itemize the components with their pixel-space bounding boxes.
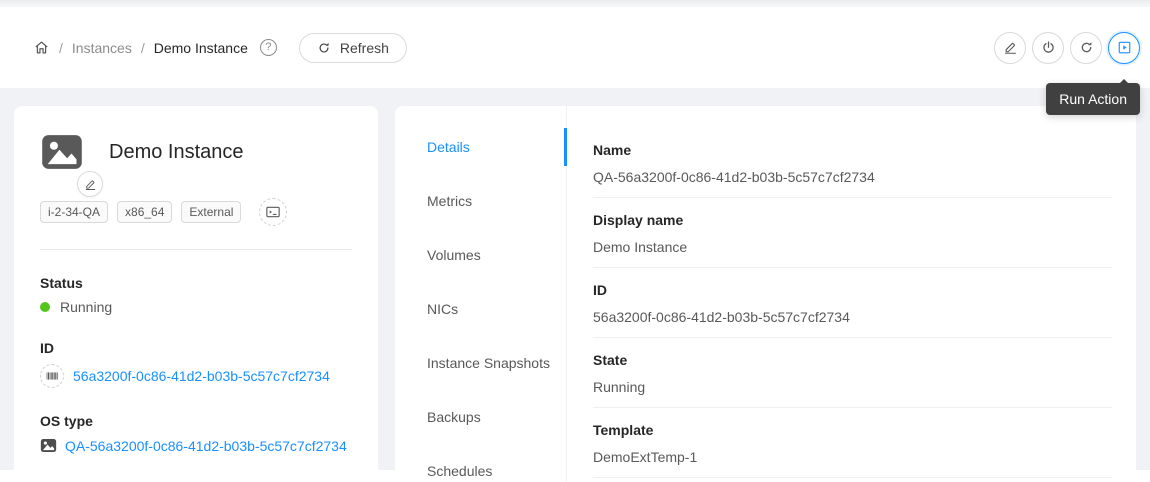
os-type-section: OS type QA-56a3200f-0c86-41d2-b03b-5c57c… <box>40 413 352 454</box>
terminal-icon <box>265 204 281 220</box>
tag-instance-name: i-2-34-QA <box>40 201 108 223</box>
field-display-name: Display name Demo Instance <box>593 198 1112 268</box>
field-state: State Running <box>593 338 1112 408</box>
field-id: ID 56a3200f-0c86-41d2-b03b-5c57c7cf2734 <box>593 268 1112 338</box>
instance-header: Demo Instance <box>40 130 352 174</box>
tag-hypervisor: External <box>181 201 241 223</box>
edit-name-button[interactable] <box>77 171 103 197</box>
field-value: Running <box>593 377 1112 397</box>
tab-volumes[interactable]: Volumes <box>395 228 566 282</box>
status-section: Status Running <box>40 275 352 315</box>
run-action-icon <box>1117 40 1132 55</box>
page-top-edge <box>0 0 1150 7</box>
breadcrumb-separator: / <box>141 40 145 56</box>
status-value: Running <box>60 299 112 315</box>
details-pane: Name QA-56a3200f-0c86-41d2-b03b-5c57c7cf… <box>567 106 1136 482</box>
tab-backups[interactable]: Backups <box>395 390 566 444</box>
reload-icon <box>317 41 331 55</box>
field-value: DemoExtTemp-1 <box>593 447 1112 467</box>
os-type-label: OS type <box>40 413 352 429</box>
id-label: ID <box>40 340 352 356</box>
instance-detail-card: Details Metrics Volumes NICs Instance Sn… <box>395 106 1136 482</box>
run-action-tooltip: Run Action <box>1046 83 1140 115</box>
reload-button[interactable] <box>1070 32 1102 64</box>
edit-icon <box>1003 40 1018 55</box>
tab-metrics[interactable]: Metrics <box>395 174 566 228</box>
breadcrumb-current-page: Demo Instance <box>154 40 248 56</box>
page-content: Demo Instance i-2-34-QA x86_64 External … <box>0 88 1150 470</box>
field-label: ID <box>593 280 1112 300</box>
tab-schedules[interactable]: Schedules <box>395 444 566 482</box>
os-type-link[interactable]: QA-56a3200f-0c86-41d2-b03b-5c57c7cf2734 <box>65 438 347 454</box>
instance-tags: i-2-34-QA x86_64 External <box>40 198 352 226</box>
tab-details[interactable]: Details <box>395 120 566 174</box>
os-image-icon <box>40 437 57 454</box>
breadcrumb: / Instances / Demo Instance ? Refresh <box>33 33 407 63</box>
edit-button[interactable] <box>994 32 1026 64</box>
tab-nics[interactable]: NICs <box>395 282 566 336</box>
status-label: Status <box>40 275 352 291</box>
tab-instance-snapshots[interactable]: Instance Snapshots <box>395 336 566 390</box>
instance-summary-card: Demo Instance i-2-34-QA x86_64 External … <box>14 106 378 482</box>
help-icon[interactable]: ? <box>260 39 277 56</box>
instance-title: Demo Instance <box>109 141 244 164</box>
reload-icon <box>1079 40 1094 55</box>
id-section: ID 56a3200f-0 <box>40 340 352 388</box>
home-icon[interactable] <box>33 39 50 56</box>
detail-tabs: Details Metrics Volumes NICs Instance Sn… <box>395 106 567 482</box>
field-value: Demo Instance <box>593 237 1112 257</box>
header-action-buttons <box>994 32 1140 64</box>
field-label: Name <box>593 140 1112 160</box>
power-icon <box>1041 40 1056 55</box>
breadcrumb-separator: / <box>59 40 63 56</box>
page-header: / Instances / Demo Instance ? Refresh <box>0 7 1150 88</box>
run-action-button[interactable] <box>1108 32 1140 64</box>
field-value: 56a3200f-0c86-41d2-b03b-5c57c7cf2734 <box>593 307 1112 327</box>
os-image-icon <box>40 130 84 174</box>
field-label: Template <box>593 420 1112 440</box>
field-value: QA-56a3200f-0c86-41d2-b03b-5c57c7cf2734 <box>593 167 1112 187</box>
divider <box>40 249 352 250</box>
refresh-button-label: Refresh <box>340 40 389 56</box>
instance-id-link[interactable]: 56a3200f-0c86-41d2-b03b-5c57c7cf2734 <box>73 368 330 384</box>
console-button[interactable] <box>259 198 287 226</box>
field-label: State <box>593 350 1112 370</box>
field-name: Name QA-56a3200f-0c86-41d2-b03b-5c57c7cf… <box>593 140 1112 198</box>
field-label: Display name <box>593 210 1112 230</box>
breadcrumb-instances-link[interactable]: Instances <box>72 40 132 56</box>
refresh-button[interactable]: Refresh <box>299 33 407 63</box>
edit-icon <box>84 178 97 191</box>
power-button[interactable] <box>1032 32 1064 64</box>
field-template: Template DemoExtTemp-1 <box>593 408 1112 478</box>
status-running-dot <box>40 302 50 312</box>
avatar <box>40 130 84 174</box>
tag-arch: x86_64 <box>117 201 172 223</box>
barcode-icon <box>40 364 64 388</box>
